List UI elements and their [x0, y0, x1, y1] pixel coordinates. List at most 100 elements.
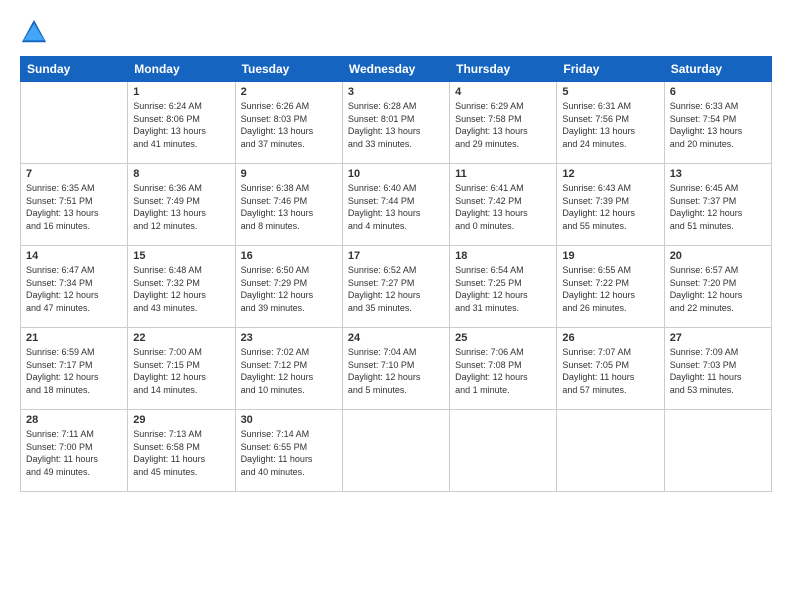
day-info: Sunrise: 6:55 AM Sunset: 7:22 PM Dayligh…: [562, 264, 658, 314]
day-number: 9: [241, 168, 337, 180]
logo-wrapper: [20, 18, 52, 46]
day-info: Sunrise: 6:41 AM Sunset: 7:42 PM Dayligh…: [455, 182, 551, 232]
day-number: 7: [26, 168, 122, 180]
day-info: Sunrise: 6:35 AM Sunset: 7:51 PM Dayligh…: [26, 182, 122, 232]
day-number: 27: [670, 332, 766, 344]
calendar-cell: [342, 410, 449, 492]
calendar-cell: 6 Sunrise: 6:33 AM Sunset: 7:54 PM Daylig…: [664, 82, 771, 164]
day-info: Sunrise: 6:48 AM Sunset: 7:32 PM Dayligh…: [133, 264, 229, 314]
day-number: 19: [562, 250, 658, 262]
calendar-week-row: 14 Sunrise: 6:47 AM Sunset: 7:34 PM Dayli…: [21, 246, 772, 328]
calendar-cell: 26Sunrise: 7:07 AM Sunset: 7:05 PM Dayli…: [557, 328, 664, 410]
day-number: 8: [133, 168, 229, 180]
day-info: Sunrise: 6:33 AM Sunset: 7:54 PM Dayligh…: [670, 100, 766, 150]
logo-icon: [20, 18, 48, 46]
day-info: Sunrise: 6:36 AM Sunset: 7:49 PM Dayligh…: [133, 182, 229, 232]
day-info: Sunrise: 7:14 AM Sunset: 6:55 PM Dayligh…: [241, 428, 337, 478]
day-info: Sunrise: 6:38 AM Sunset: 7:46 PM Dayligh…: [241, 182, 337, 232]
calendar-cell: 2 Sunrise: 6:26 AM Sunset: 8:03 PM Daylig…: [235, 82, 342, 164]
day-number: 2: [241, 86, 337, 98]
day-info: Sunrise: 6:28 AM Sunset: 8:01 PM Dayligh…: [348, 100, 444, 150]
day-number: 11: [455, 168, 551, 180]
weekday-header: Friday: [557, 57, 664, 82]
day-info: Sunrise: 7:00 AM Sunset: 7:15 PM Dayligh…: [133, 346, 229, 396]
calendar-cell: 22 Sunrise: 7:00 AM Sunset: 7:15 PM Dayli…: [128, 328, 235, 410]
calendar-cell: [21, 82, 128, 164]
day-number: 10: [348, 168, 444, 180]
calendar-cell: 1 Sunrise: 6:24 AM Sunset: 8:06 PM Daylig…: [128, 82, 235, 164]
day-info: Sunrise: 7:02 AM Sunset: 7:12 PM Dayligh…: [241, 346, 337, 396]
day-number: 4: [455, 86, 551, 98]
day-number: 3: [348, 86, 444, 98]
day-info: Sunrise: 6:50 AM Sunset: 7:29 PM Dayligh…: [241, 264, 337, 314]
day-info: Sunrise: 6:24 AM Sunset: 8:06 PM Dayligh…: [133, 100, 229, 150]
day-info: Sunrise: 6:52 AM Sunset: 7:27 PM Dayligh…: [348, 264, 444, 314]
day-number: 6: [670, 86, 766, 98]
calendar-cell: [450, 410, 557, 492]
day-number: 30: [241, 414, 337, 426]
day-number: 13: [670, 168, 766, 180]
calendar-cell: [557, 410, 664, 492]
calendar-cell: 13 Sunrise: 6:45 AM Sunset: 7:37 PM Dayli…: [664, 164, 771, 246]
day-info: Sunrise: 6:40 AM Sunset: 7:44 PM Dayligh…: [348, 182, 444, 232]
day-info: Sunrise: 6:43 AM Sunset: 7:39 PM Dayligh…: [562, 182, 658, 232]
day-number: 23: [241, 332, 337, 344]
calendar-cell: 5 Sunrise: 6:31 AM Sunset: 7:56 PM Daylig…: [557, 82, 664, 164]
day-number: 1: [133, 86, 229, 98]
calendar-cell: 23 Sunrise: 7:02 AM Sunset: 7:12 PM Dayli…: [235, 328, 342, 410]
day-info: Sunrise: 6:47 AM Sunset: 7:34 PM Dayligh…: [26, 264, 122, 314]
day-info: Sunrise: 7:04 AM Sunset: 7:10 PM Dayligh…: [348, 346, 444, 396]
day-info: Sunrise: 7:07 AM Sunset: 7:05 PM Dayligh…: [562, 346, 658, 396]
day-number: 18: [455, 250, 551, 262]
calendar-cell: 17 Sunrise: 6:52 AM Sunset: 7:27 PM Dayli…: [342, 246, 449, 328]
day-number: 28: [26, 414, 122, 426]
weekday-header: Monday: [128, 57, 235, 82]
day-info: Sunrise: 6:26 AM Sunset: 8:03 PM Dayligh…: [241, 100, 337, 150]
calendar-cell: 18 Sunrise: 6:54 AM Sunset: 7:25 PM Dayli…: [450, 246, 557, 328]
weekday-header: Sunday: [21, 57, 128, 82]
day-info: Sunrise: 6:57 AM Sunset: 7:20 PM Dayligh…: [670, 264, 766, 314]
day-info: Sunrise: 6:31 AM Sunset: 7:56 PM Dayligh…: [562, 100, 658, 150]
logo: [20, 18, 52, 46]
calendar-cell: 8 Sunrise: 6:36 AM Sunset: 7:49 PM Daylig…: [128, 164, 235, 246]
calendar-cell: 3 Sunrise: 6:28 AM Sunset: 8:01 PM Daylig…: [342, 82, 449, 164]
calendar-cell: 21Sunrise: 6:59 AM Sunset: 7:17 PM Dayli…: [21, 328, 128, 410]
calendar-cell: 9 Sunrise: 6:38 AM Sunset: 7:46 PM Daylig…: [235, 164, 342, 246]
calendar-cell: 16 Sunrise: 6:50 AM Sunset: 7:29 PM Dayli…: [235, 246, 342, 328]
day-number: 14: [26, 250, 122, 262]
day-number: 5: [562, 86, 658, 98]
calendar-cell: 24Sunrise: 7:04 AM Sunset: 7:10 PM Dayli…: [342, 328, 449, 410]
calendar-cell: 19 Sunrise: 6:55 AM Sunset: 7:22 PM Dayli…: [557, 246, 664, 328]
day-info: Sunrise: 7:13 AM Sunset: 6:58 PM Dayligh…: [133, 428, 229, 478]
day-number: 15: [133, 250, 229, 262]
day-info: Sunrise: 7:11 AM Sunset: 7:00 PM Dayligh…: [26, 428, 122, 478]
calendar-cell: 30 Sunrise: 7:14 AM Sunset: 6:55 PM Dayli…: [235, 410, 342, 492]
day-number: 22: [133, 332, 229, 344]
calendar-week-row: 1 Sunrise: 6:24 AM Sunset: 8:06 PM Daylig…: [21, 82, 772, 164]
day-info: Sunrise: 6:45 AM Sunset: 7:37 PM Dayligh…: [670, 182, 766, 232]
calendar-cell: 25 Sunrise: 7:06 AM Sunset: 7:08 PM Dayli…: [450, 328, 557, 410]
calendar-cell: 7 Sunrise: 6:35 AM Sunset: 7:51 PM Daylig…: [21, 164, 128, 246]
calendar-week-row: 7 Sunrise: 6:35 AM Sunset: 7:51 PM Daylig…: [21, 164, 772, 246]
day-number: 17: [348, 250, 444, 262]
day-info: Sunrise: 7:06 AM Sunset: 7:08 PM Dayligh…: [455, 346, 551, 396]
calendar-cell: [664, 410, 771, 492]
calendar-week-row: 28 Sunrise: 7:11 AM Sunset: 7:00 PM Dayli…: [21, 410, 772, 492]
calendar: SundayMondayTuesdayWednesdayThursdayFrid…: [20, 56, 772, 492]
day-info: Sunrise: 6:29 AM Sunset: 7:58 PM Dayligh…: [455, 100, 551, 150]
day-info: Sunrise: 6:54 AM Sunset: 7:25 PM Dayligh…: [455, 264, 551, 314]
day-number: 25: [455, 332, 551, 344]
calendar-cell: 12 Sunrise: 6:43 AM Sunset: 7:39 PM Dayli…: [557, 164, 664, 246]
weekday-header: Wednesday: [342, 57, 449, 82]
day-number: 16: [241, 250, 337, 262]
calendar-cell: 28 Sunrise: 7:11 AM Sunset: 7:00 PM Dayli…: [21, 410, 128, 492]
day-info: Sunrise: 6:59 AM Sunset: 7:17 PM Dayligh…: [26, 346, 122, 396]
header: [20, 18, 772, 46]
page: SundayMondayTuesdayWednesdayThursdayFrid…: [0, 0, 792, 502]
calendar-cell: 4 Sunrise: 6:29 AM Sunset: 7:58 PM Daylig…: [450, 82, 557, 164]
weekday-header: Tuesday: [235, 57, 342, 82]
weekday-header: Thursday: [450, 57, 557, 82]
calendar-cell: 11 Sunrise: 6:41 AM Sunset: 7:42 PM Dayli…: [450, 164, 557, 246]
day-info: Sunrise: 7:09 AM Sunset: 7:03 PM Dayligh…: [670, 346, 766, 396]
day-number: 12: [562, 168, 658, 180]
